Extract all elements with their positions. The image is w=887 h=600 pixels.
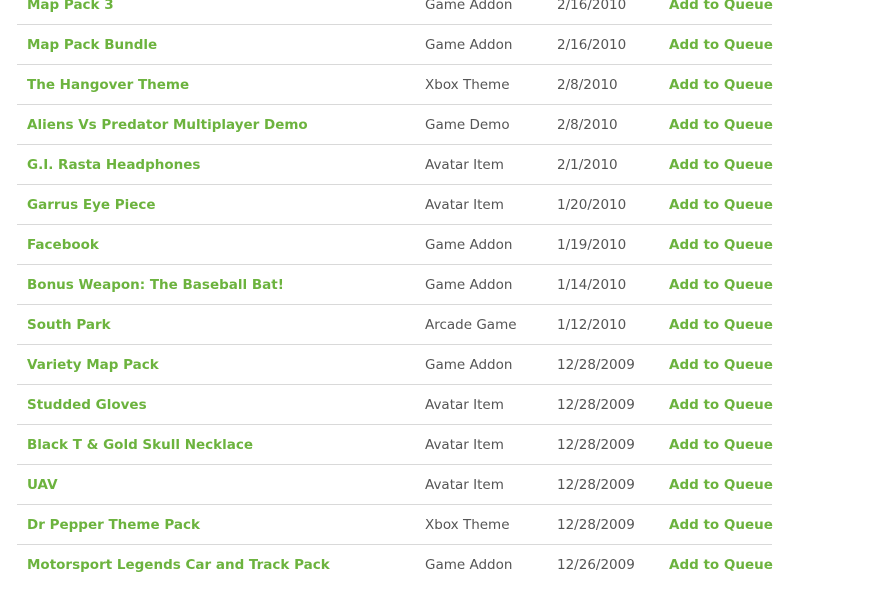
- list-item: Dr Pepper Theme Pack Xbox Theme 12/28/20…: [17, 505, 773, 545]
- item-title-link[interactable]: South Park: [27, 305, 111, 345]
- item-type: Avatar Item: [425, 477, 504, 493]
- add-to-queue-link[interactable]: Add to Queue: [669, 0, 773, 25]
- item-date: 1/19/2010: [557, 237, 627, 253]
- item-title-link[interactable]: Variety Map Pack: [27, 345, 159, 385]
- item-date: 12/28/2009: [557, 437, 635, 453]
- item-title-link[interactable]: Motorsport Legends Car and Track Pack: [27, 545, 330, 585]
- item-date: 2/8/2010: [557, 77, 618, 93]
- item-date: 12/28/2009: [557, 517, 635, 533]
- item-title-link[interactable]: Black T & Gold Skull Necklace: [27, 425, 253, 465]
- item-type: Game Addon: [425, 557, 513, 573]
- add-to-queue-link[interactable]: Add to Queue: [669, 25, 773, 65]
- item-title-link[interactable]: Garrus Eye Piece: [27, 185, 156, 225]
- item-date: 1/20/2010: [557, 197, 627, 213]
- add-to-queue-link[interactable]: Add to Queue: [669, 65, 773, 105]
- item-date: 12/28/2009: [557, 397, 635, 413]
- list-item: G.I. Rasta Headphones Avatar Item 2/1/20…: [17, 145, 773, 185]
- add-to-queue-link[interactable]: Add to Queue: [669, 345, 773, 385]
- item-title-link[interactable]: The Hangover Theme: [27, 65, 189, 105]
- add-to-queue-link[interactable]: Add to Queue: [669, 305, 773, 345]
- list-item: Variety Map Pack Game Addon 12/28/2009 A…: [17, 345, 773, 385]
- item-type: Avatar Item: [425, 157, 504, 173]
- item-date: 12/26/2009: [557, 557, 635, 573]
- list-item: Motorsport Legends Car and Track Pack Ga…: [17, 545, 773, 585]
- add-to-queue-link[interactable]: Add to Queue: [669, 465, 773, 505]
- list-item: Facebook Game Addon 1/19/2010 Add to Que…: [17, 225, 773, 265]
- add-to-queue-link[interactable]: Add to Queue: [669, 505, 773, 545]
- item-date: 12/28/2009: [557, 357, 635, 373]
- item-type: Game Addon: [425, 237, 513, 253]
- add-to-queue-link[interactable]: Add to Queue: [669, 265, 773, 305]
- item-type: Game Addon: [425, 0, 513, 13]
- item-type: Xbox Theme: [425, 517, 510, 533]
- marketplace-list: Map Pack 3 Game Addon 2/16/2010 Add to Q…: [17, 0, 773, 585]
- list-item: Map Pack Bundle Game Addon 2/16/2010 Add…: [17, 25, 773, 65]
- list-item: Studded Gloves Avatar Item 12/28/2009 Ad…: [17, 385, 773, 425]
- list-item: South Park Arcade Game 1/12/2010 Add to …: [17, 305, 773, 345]
- list-item: Aliens Vs Predator Multiplayer Demo Game…: [17, 105, 773, 145]
- item-title-link[interactable]: Studded Gloves: [27, 385, 147, 425]
- item-date: 2/16/2010: [557, 0, 627, 13]
- list-item: Bonus Weapon: The Baseball Bat! Game Add…: [17, 265, 773, 305]
- item-type: Xbox Theme: [425, 77, 510, 93]
- item-title-link[interactable]: Dr Pepper Theme Pack: [27, 505, 200, 545]
- item-type: Avatar Item: [425, 437, 504, 453]
- item-title-link[interactable]: Facebook: [27, 225, 99, 265]
- add-to-queue-link[interactable]: Add to Queue: [669, 105, 773, 145]
- item-type: Game Demo: [425, 117, 510, 133]
- item-type: Game Addon: [425, 357, 513, 373]
- item-title-link[interactable]: UAV: [27, 465, 58, 505]
- item-date: 1/12/2010: [557, 317, 627, 333]
- list-item: Black T & Gold Skull Necklace Avatar Ite…: [17, 425, 773, 465]
- item-title-link[interactable]: Bonus Weapon: The Baseball Bat!: [27, 265, 284, 305]
- add-to-queue-link[interactable]: Add to Queue: [669, 545, 773, 585]
- item-title-link[interactable]: Aliens Vs Predator Multiplayer Demo: [27, 105, 308, 145]
- item-date: 2/1/2010: [557, 157, 618, 173]
- list-item: Map Pack 3 Game Addon 2/16/2010 Add to Q…: [17, 0, 773, 25]
- item-date: 12/28/2009: [557, 477, 635, 493]
- add-to-queue-link[interactable]: Add to Queue: [669, 145, 773, 185]
- item-date: 2/16/2010: [557, 37, 627, 53]
- list-item: UAV Avatar Item 12/28/2009 Add to Queue: [17, 465, 773, 505]
- add-to-queue-link[interactable]: Add to Queue: [669, 225, 773, 265]
- add-to-queue-link[interactable]: Add to Queue: [669, 185, 773, 225]
- item-title-link[interactable]: G.I. Rasta Headphones: [27, 145, 200, 185]
- item-title-link[interactable]: Map Pack 3: [27, 0, 114, 25]
- item-title-link[interactable]: Map Pack Bundle: [27, 25, 157, 65]
- item-date: 1/14/2010: [557, 277, 627, 293]
- list-item: Garrus Eye Piece Avatar Item 1/20/2010 A…: [17, 185, 773, 225]
- item-type: Game Addon: [425, 277, 513, 293]
- item-type: Avatar Item: [425, 197, 504, 213]
- add-to-queue-link[interactable]: Add to Queue: [669, 385, 773, 425]
- item-type: Arcade Game: [425, 317, 517, 333]
- add-to-queue-link[interactable]: Add to Queue: [669, 425, 773, 465]
- item-type: Game Addon: [425, 37, 513, 53]
- list-item: The Hangover Theme Xbox Theme 2/8/2010 A…: [17, 65, 773, 105]
- item-type: Avatar Item: [425, 397, 504, 413]
- item-date: 2/8/2010: [557, 117, 618, 133]
